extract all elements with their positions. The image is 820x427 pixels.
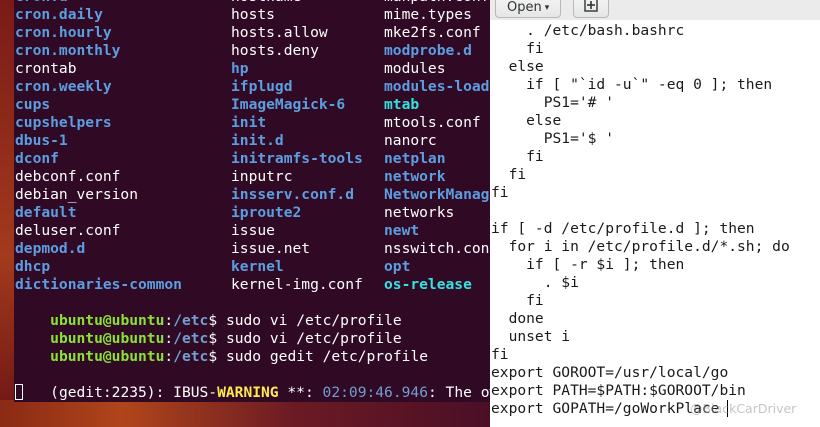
prompt-line-1: ubuntu@ubuntu:/etc$ sudo vi /etc/profile	[15, 294, 402, 329]
ls-entry: networks	[384, 204, 455, 221]
code-line: PS1='$ '	[491, 130, 615, 147]
ls-entry: dhcp	[15, 258, 51, 275]
ls-entry: nanorc	[384, 132, 437, 149]
ls-entry: dbus-1	[15, 132, 68, 149]
ls-entry: init.d	[231, 132, 284, 149]
ls-entry: opt	[384, 258, 411, 275]
chevron-down-icon: ▾	[544, 3, 550, 13]
code-line: PS1='# '	[491, 94, 615, 111]
prompt-symbol: $	[208, 348, 218, 365]
code-line: . $i	[491, 274, 579, 291]
ls-entry: deluser.conf	[15, 222, 121, 239]
new-document-plus-icon	[584, 0, 598, 12]
code-line: fi	[491, 184, 509, 201]
code-line: if [ -d /etc/profile.d ]; then	[491, 220, 755, 237]
warning-time: 02:09:46.946	[322, 384, 428, 401]
code-line: export GOPATH=/goWorkPlace	[491, 400, 720, 417]
ls-entry: modprobe.d	[384, 42, 472, 59]
ls-entry: insserv.conf.d	[231, 186, 355, 203]
ls-entry: NetworkManager	[384, 186, 490, 203]
ls-entry: kernel	[231, 258, 284, 275]
ls-entry: issue	[231, 222, 275, 239]
ls-entry: hosts.allow	[231, 24, 328, 41]
prompt-line-3: ubuntu@ubuntu:/etc$ sudo gedit /etc/prof…	[15, 330, 428, 365]
prompt-user: ubuntu@ubuntu	[50, 348, 165, 365]
ls-entry: default	[15, 204, 77, 221]
ls-entry: inputrc	[231, 168, 293, 185]
ls-entry: network	[384, 168, 446, 185]
desktop-wallpaper-bottom	[0, 400, 490, 427]
ls-entry: dconf	[15, 150, 59, 167]
new-document-button[interactable]	[573, 0, 609, 18]
ls-entry: mke2fs.conf	[384, 24, 481, 41]
ls-entry: issue.net	[231, 240, 311, 257]
code-line: fi	[491, 292, 544, 309]
code-line: if [ "`id -u`" -eq 0 ]; then	[491, 76, 773, 93]
ls-entry: hosts.deny	[231, 42, 319, 59]
terminal-window[interactable]: cron.dcron.dailycron.hourlycron.monthlyc…	[14, 0, 490, 402]
open-button[interactable]: Open ▾	[495, 0, 561, 18]
code-line: . /etc/bash.bashrc	[491, 22, 685, 39]
warning-suffix: : The owner	[427, 384, 490, 401]
code-line: export PATH=$PATH:$GOROOT/bin	[491, 382, 746, 399]
ibus-warning-line: (gedit:2235): IBUS-WARNING **: 02:09:46.…	[15, 366, 490, 401]
ls-entry: cron.monthly	[15, 42, 121, 59]
warning-prefix: (gedit:2235): IBUS-	[50, 384, 218, 401]
ls-entry: init	[231, 114, 267, 131]
code-line: fi	[491, 148, 544, 165]
code-line: if [ -r $i ]; then	[491, 256, 685, 273]
code-line: fi	[491, 346, 509, 363]
prompt-sep: :	[164, 348, 174, 365]
code-line: unset i	[491, 328, 571, 345]
terminal-cursor	[15, 384, 23, 400]
ls-entry: cron.hourly	[15, 24, 112, 41]
code-line: done	[491, 310, 544, 327]
ls-entry: kernel-img.conf	[231, 276, 363, 293]
code-line: fi	[491, 40, 544, 57]
code-line: else	[491, 112, 562, 129]
ls-entry: cron.weekly	[15, 78, 112, 95]
ls-entry: cups	[15, 96, 51, 113]
prompt-path: /etc	[173, 348, 209, 365]
ls-entry: debian_version	[15, 186, 139, 203]
desktop-wallpaper-left	[0, 0, 14, 427]
gedit-text-view[interactable]: export GOPATH=/goWorkPlace export PATH=$P…	[490, 20, 820, 427]
ls-entry: mtab	[384, 96, 420, 113]
ls-entry: hosts	[231, 6, 275, 23]
ls-entry: cupshelpers	[15, 114, 112, 131]
ls-entry: ImageMagick-6	[231, 96, 346, 113]
ls-entry: crontab	[15, 60, 77, 77]
ls-entry: depmod.d	[15, 240, 86, 257]
code-line: export GOROOT=/usr/local/go	[491, 364, 729, 381]
warning-middle: **:	[278, 384, 323, 401]
ls-entry: mtools.conf	[384, 114, 481, 131]
ls-entry: modules-load.d	[384, 78, 490, 95]
open-button-label: Open	[507, 0, 542, 15]
prompt-line-2: ubuntu@ubuntu:/etc$ sudo vi /etc/profile	[15, 312, 402, 347]
code-line: for i in /etc/profile.d/*.sh; do	[491, 238, 790, 255]
command-text: sudo gedit /etc/profile	[225, 348, 429, 365]
ls-entry: newt	[384, 222, 420, 239]
ls-entry: hp	[231, 60, 249, 77]
code-line: fi	[491, 166, 527, 183]
ls-entry: cron.daily	[15, 6, 103, 23]
code-line: else	[491, 58, 544, 75]
ls-entry: mime.types	[384, 6, 472, 23]
ls-entry: debconf.conf	[15, 168, 121, 185]
ls-entry: nsswitch.conf	[384, 240, 490, 257]
ls-entry: ifplugd	[231, 78, 293, 95]
ls-entry: netplan	[384, 150, 446, 167]
warning-level: WARNING	[217, 384, 279, 401]
ls-entry: iproute2	[231, 204, 302, 221]
ls-entry: dictionaries-common	[15, 276, 182, 293]
ls-entry: initramfs-tools	[231, 150, 363, 167]
watermark: @BlackCarDriver	[690, 401, 797, 416]
ls-entry: os-release	[384, 276, 472, 293]
ls-entry: modules	[384, 60, 446, 77]
